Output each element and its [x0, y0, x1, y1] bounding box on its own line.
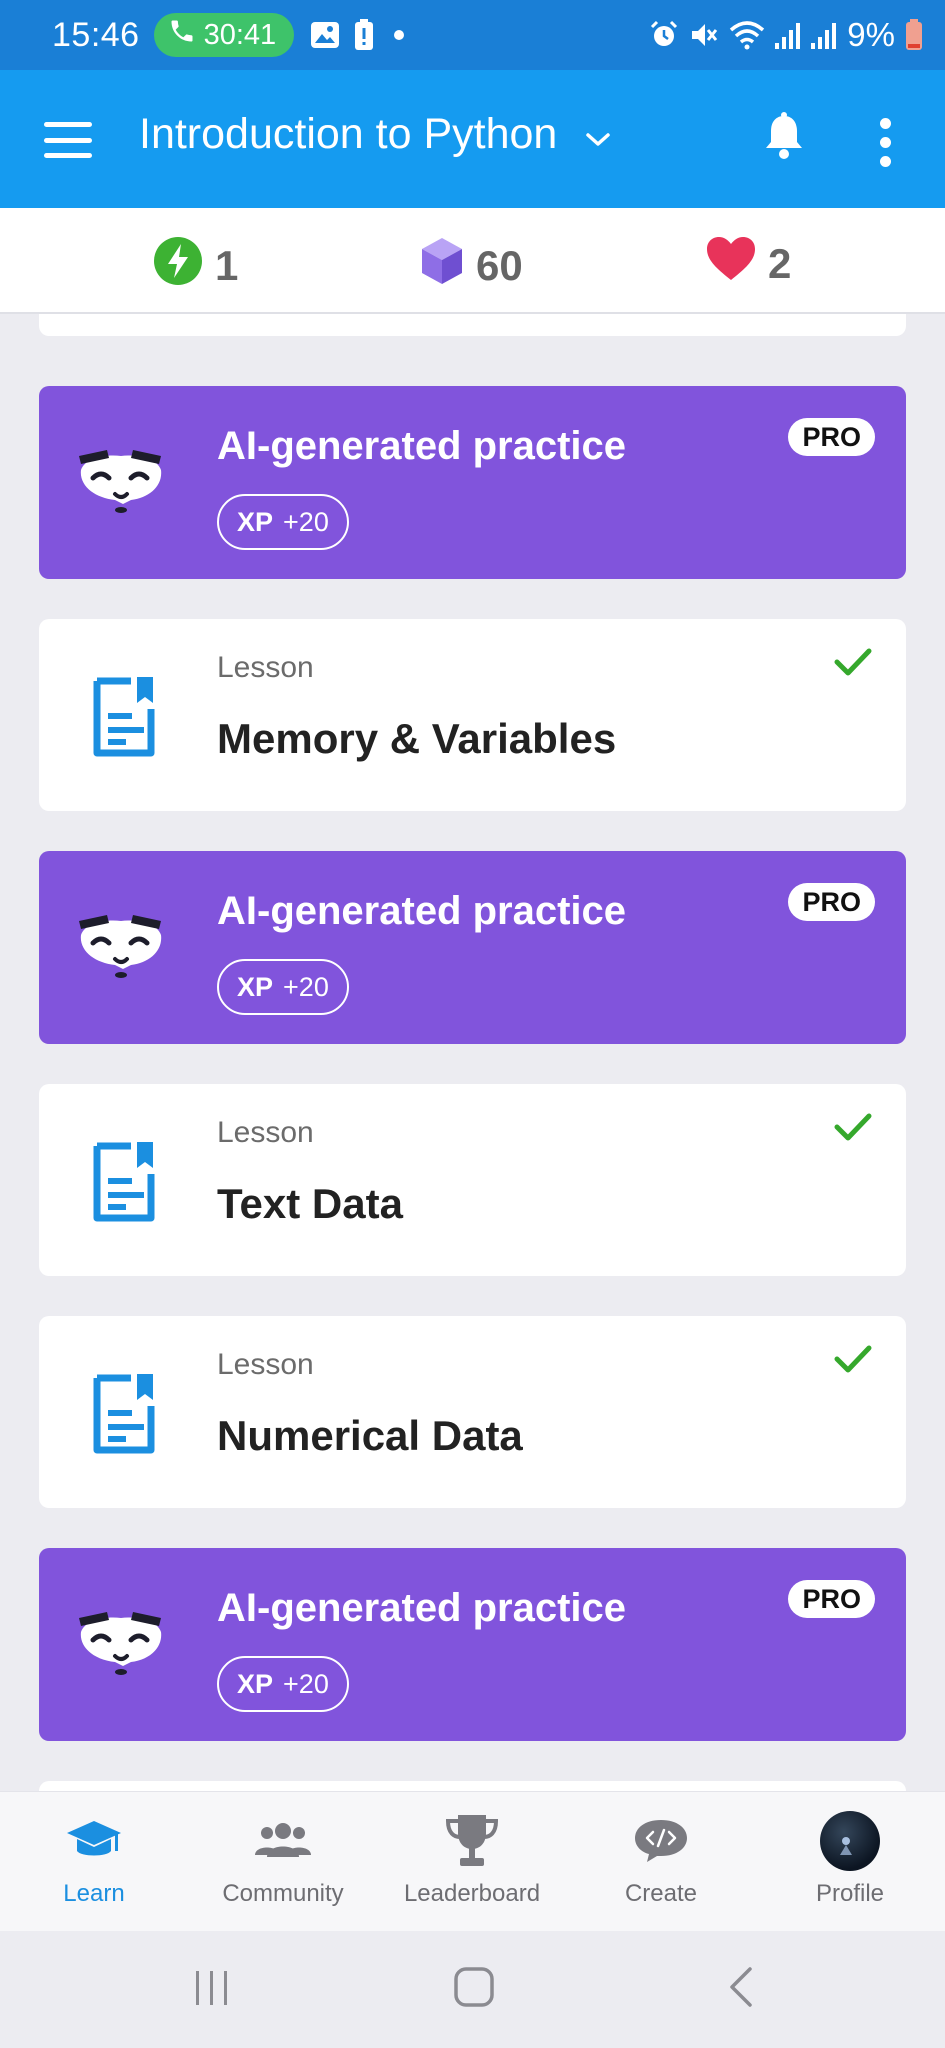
nav-label: Create	[624, 1880, 698, 1907]
battery-percent: 9%	[847, 16, 895, 53]
status-time: 15:46	[52, 15, 140, 54]
check-icon	[834, 647, 872, 682]
pro-badge: PRO	[788, 1580, 875, 1618]
menu-icon[interactable]	[44, 122, 92, 158]
nav-create[interactable]: Create	[571, 1810, 751, 1908]
lesson-list[interactable]: AI-generated practice XP +20 PRO Lesson …	[0, 314, 945, 1791]
nav-profile[interactable]: Profile	[760, 1810, 940, 1908]
call-indicator[interactable]: 30:41	[153, 13, 295, 57]
mascot-face-icon	[75, 1604, 167, 1681]
gems-stat[interactable]: 60	[420, 236, 523, 296]
ai-practice-title: AI-generated practice	[217, 889, 627, 933]
app-bar: Introduction to Python	[0, 70, 945, 208]
hearts-count: 2	[768, 240, 792, 287]
phone-icon	[168, 17, 196, 53]
nav-learn[interactable]: Learn	[4, 1810, 184, 1908]
bell-icon[interactable]	[762, 112, 806, 165]
nav-label: Community	[222, 1880, 344, 1907]
course-selector[interactable]: Introduction to Python	[139, 110, 611, 159]
people-icon	[253, 1810, 313, 1872]
call-timer: 30:41	[203, 18, 277, 51]
system-nav-bar	[0, 1931, 945, 2048]
energy-stat[interactable]: 1	[153, 236, 238, 296]
lesson-type: Lesson	[217, 651, 314, 684]
trophy-icon	[442, 1810, 502, 1872]
avatar	[820, 1811, 880, 1871]
status-bar: 15:46 30:41 9%	[0, 0, 945, 70]
recent-apps-icon[interactable]	[190, 1965, 234, 2014]
lesson-document-icon	[91, 675, 157, 764]
ai-practice-card[interactable]: AI-generated practice XP +20 PRO	[39, 386, 906, 579]
lightning-icon	[153, 236, 203, 296]
xp-value: +20	[283, 971, 329, 1002]
xp-reward: XP +20	[217, 959, 349, 1015]
lesson-title: Memory & Variables	[217, 715, 617, 762]
course-title: Introduction to Python	[139, 110, 558, 158]
signal-icon	[811, 21, 837, 49]
battery-icon	[905, 19, 923, 51]
xp-value: +20	[283, 1668, 329, 1699]
nav-leaderboard[interactable]: Leaderboard	[382, 1810, 562, 1908]
xp-label: XP	[237, 1668, 274, 1699]
partial-card[interactable]	[39, 1781, 906, 1791]
code-bubble-icon	[631, 1810, 691, 1872]
nav-label: Leaderboard	[403, 1880, 541, 1907]
xp-label: XP	[237, 506, 274, 537]
lesson-type: Lesson	[217, 1116, 314, 1149]
lesson-document-icon	[91, 1372, 157, 1461]
graduation-cap-icon	[65, 1810, 123, 1872]
home-icon[interactable]	[452, 1965, 496, 2014]
mascot-face-icon	[75, 907, 167, 984]
dot-icon	[388, 29, 410, 41]
check-icon	[834, 1112, 872, 1147]
energy-count: 1	[215, 242, 239, 289]
lesson-card[interactable]: Lesson Numerical Data	[39, 1316, 906, 1508]
nav-label: Learn	[63, 1880, 125, 1907]
gems-count: 60	[476, 242, 523, 289]
xp-label: XP	[237, 971, 274, 1002]
xp-reward: XP +20	[217, 1656, 349, 1712]
signal-icon	[775, 21, 801, 49]
pro-badge: PRO	[788, 883, 875, 921]
lesson-title: Numerical Data	[217, 1412, 523, 1459]
gem-cube-icon	[420, 236, 464, 296]
back-icon[interactable]	[720, 1965, 764, 2014]
hearts-stat[interactable]: 2	[706, 236, 791, 292]
image-icon	[310, 21, 340, 49]
wifi-icon	[729, 20, 765, 50]
ai-practice-title: AI-generated practice	[217, 424, 627, 468]
lesson-document-icon	[91, 1140, 157, 1229]
lesson-card[interactable]: Lesson Text Data	[39, 1084, 906, 1276]
bottom-nav: Learn Community Leaderboard Create Profi…	[0, 1791, 945, 1931]
alarm-icon	[649, 20, 679, 50]
mascot-face-icon	[75, 442, 167, 519]
battery-alert-icon	[354, 19, 374, 51]
ai-practice-card[interactable]: AI-generated practice XP +20 PRO	[39, 851, 906, 1044]
lesson-title: Text Data	[217, 1180, 403, 1227]
nav-label: Profile	[815, 1880, 885, 1907]
ai-practice-title: AI-generated practice	[217, 1586, 627, 1630]
partial-card[interactable]	[39, 314, 906, 336]
pro-badge: PRO	[788, 418, 875, 456]
mute-icon	[689, 20, 719, 50]
ai-practice-card[interactable]: AI-generated practice XP +20 PRO	[39, 1548, 906, 1741]
lesson-type: Lesson	[217, 1348, 314, 1381]
more-vert-icon[interactable]	[878, 118, 892, 167]
heart-icon	[706, 236, 756, 292]
lesson-card[interactable]: Lesson Memory & Variables	[39, 619, 906, 811]
stats-bar: 1 60 2	[0, 208, 945, 314]
check-icon	[834, 1344, 872, 1379]
xp-reward: XP +20	[217, 494, 349, 550]
nav-community[interactable]: Community	[193, 1810, 373, 1908]
xp-value: +20	[283, 506, 329, 537]
chevron-down-icon	[585, 110, 611, 159]
